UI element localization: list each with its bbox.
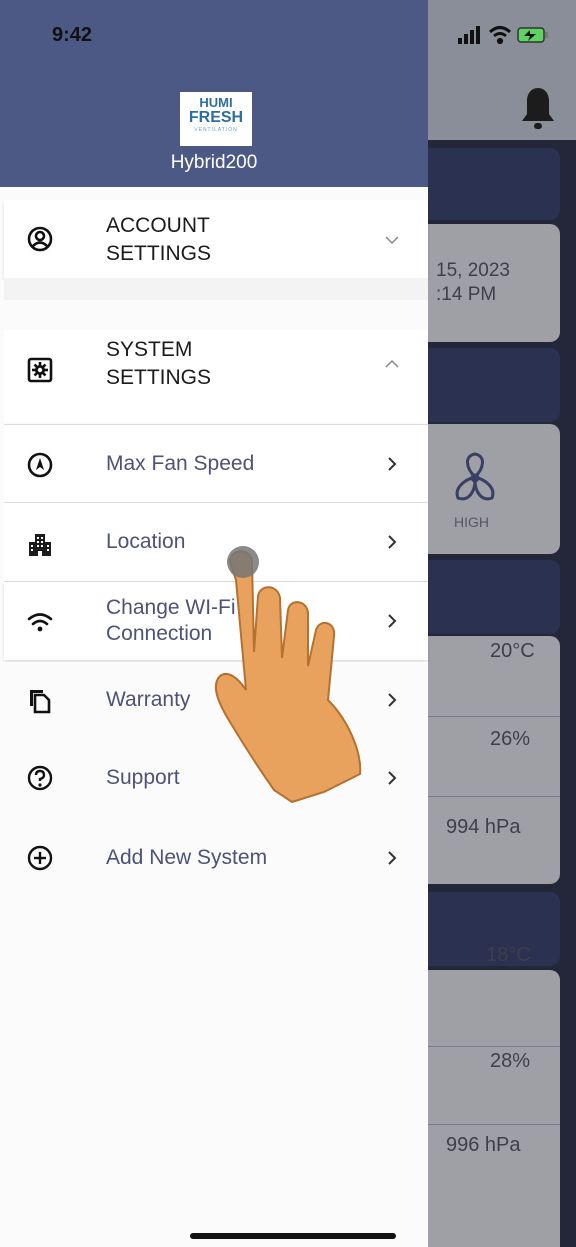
add-new-system-label: Add New System — [106, 846, 268, 869]
bg-humidity-2: 28% — [490, 1050, 531, 1072]
documents-icon — [30, 690, 51, 714]
logo-line-1: HUMI — [199, 95, 233, 110]
logo-line-3: VENTILATION — [194, 127, 238, 133]
chevron-right-icon — [388, 771, 397, 785]
max-fan-speed-item[interactable]: Max Fan Speed — [4, 425, 428, 502]
chevron-right-icon — [388, 693, 397, 707]
chevron-right-icon — [388, 851, 397, 865]
warranty-label: Warranty — [106, 688, 191, 711]
support-label: Support — [106, 766, 180, 789]
fan-icon — [455, 452, 495, 501]
wifi-status-icon — [488, 26, 512, 45]
system-settings-label-1: SYSTEM — [106, 338, 193, 361]
tap-hand-icon — [214, 546, 362, 804]
chevron-right-icon — [388, 535, 397, 549]
drawer-header: 9:42 HUMI FRESH VENTILATION Hybrid200 — [0, 0, 428, 187]
logo-line-2: FRESH — [188, 109, 244, 126]
bg-temperature-2: 18°C — [486, 944, 531, 966]
bg-divider — [428, 716, 560, 717]
add-new-system-item[interactable]: Add New System — [4, 818, 428, 894]
battery-icon — [517, 27, 548, 43]
bg-divider — [428, 796, 560, 797]
location-label: Location — [106, 530, 186, 553]
building-icon — [29, 534, 51, 556]
chevron-down-icon — [385, 236, 399, 245]
bg-divider — [428, 1124, 560, 1125]
bell-icon[interactable] — [520, 86, 556, 132]
help-icon — [27, 765, 53, 791]
signal-icon — [458, 26, 480, 44]
bg-pressure-2: 996 hPa — [446, 1134, 521, 1156]
account-settings-label-1: ACCOUNT — [106, 214, 210, 237]
account-settings-row[interactable]: ACCOUNT SETTINGS — [4, 200, 428, 278]
system-settings-row[interactable]: SYSTEM SETTINGS — [4, 330, 428, 422]
device-name: Hybrid200 — [170, 152, 258, 173]
change-wifi-label-2: Connection — [106, 622, 213, 645]
bg-temperature-1: 20°C — [490, 640, 535, 662]
bg-humidity-1: 26% — [490, 728, 531, 750]
chevron-up-icon — [385, 359, 399, 368]
section-gap — [4, 278, 428, 300]
max-fan-speed-label: Max Fan Speed — [106, 452, 255, 475]
status-icons — [458, 26, 548, 45]
bg-time: :14 PM — [436, 284, 497, 305]
bg-fan-label: HIGH — [454, 514, 489, 530]
account-settings-label-2: SETTINGS — [106, 242, 212, 265]
system-settings-label-2: SETTINGS — [106, 366, 212, 389]
bg-divider — [428, 1046, 560, 1047]
bg-pressure-1: 994 hPa — [446, 816, 521, 838]
wifi-icon — [27, 613, 53, 632]
settings-gear-icon — [27, 357, 53, 383]
bg-date: 15, 2023 — [436, 260, 510, 281]
add-circle-icon — [27, 845, 53, 871]
chevron-right-icon — [388, 614, 397, 628]
compass-icon — [27, 452, 53, 478]
account-circle-icon — [27, 226, 53, 252]
chevron-right-icon — [388, 457, 397, 471]
status-time: 9:42 — [52, 24, 93, 46]
home-indicator[interactable] — [190, 1233, 396, 1239]
humifresh-logo: HUMI FRESH VENTILATION — [180, 92, 252, 146]
